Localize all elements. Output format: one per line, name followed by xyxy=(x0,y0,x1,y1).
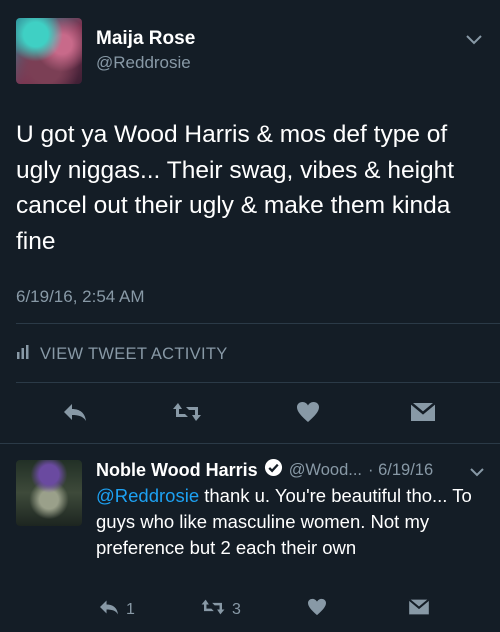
retweet-icon xyxy=(172,401,202,428)
avatar[interactable] xyxy=(16,460,82,526)
retweet-icon xyxy=(200,598,226,621)
author-name[interactable]: Maija Rose xyxy=(96,28,195,50)
reply-header: Noble Wood Harris @Wood... · 6/19/16 xyxy=(96,458,433,482)
reply-icon xyxy=(62,401,88,428)
reply-icon xyxy=(98,598,120,621)
tweet-text: U got ya Wood Harris & mos def type of u… xyxy=(16,121,455,255)
reply-button[interactable]: 1 xyxy=(98,598,135,621)
view-tweet-activity-link[interactable]: VIEW TWEET ACTIVITY xyxy=(16,345,228,364)
tweet-timestamp: 6/19/16, 2:54 AM xyxy=(16,287,145,306)
main-tweet: Maija Rose @Reddrosie U got ya Wood Harr… xyxy=(0,0,500,443)
mention-link[interactable]: @Reddrosie xyxy=(96,485,199,506)
like-icon xyxy=(296,401,320,428)
dm-icon xyxy=(410,401,436,428)
activity-label: VIEW TWEET ACTIVITY xyxy=(40,345,228,363)
divider xyxy=(16,323,500,324)
retweet-count: 3 xyxy=(232,600,241,618)
like-button[interactable] xyxy=(296,401,320,428)
dm-icon xyxy=(408,598,430,621)
chevron-down-icon[interactable] xyxy=(470,464,484,482)
direct-message-button[interactable] xyxy=(410,401,436,428)
retweet-button[interactable] xyxy=(172,401,202,428)
avatar[interactable] xyxy=(16,18,82,84)
divider xyxy=(16,382,500,383)
retweet-button[interactable]: 3 xyxy=(200,598,241,621)
reply-author-name[interactable]: Noble Wood Harris xyxy=(96,460,258,481)
direct-message-button[interactable] xyxy=(408,598,430,621)
verified-badge-icon xyxy=(264,458,283,482)
author-handle[interactable]: @Reddrosie xyxy=(96,53,191,73)
reply-text: @Reddrosie thank u. You're beautiful tho… xyxy=(96,483,486,561)
reply-button[interactable] xyxy=(62,401,88,428)
like-icon xyxy=(307,598,327,621)
reply-author-handle[interactable]: @Wood... xyxy=(289,461,362,480)
reply-count: 1 xyxy=(126,600,135,618)
like-button[interactable] xyxy=(307,598,327,621)
tweet-separator xyxy=(0,443,500,444)
bar-chart-icon xyxy=(16,345,30,364)
chevron-down-icon[interactable] xyxy=(466,32,482,50)
reply-date: · 6/19/16 xyxy=(368,460,434,479)
